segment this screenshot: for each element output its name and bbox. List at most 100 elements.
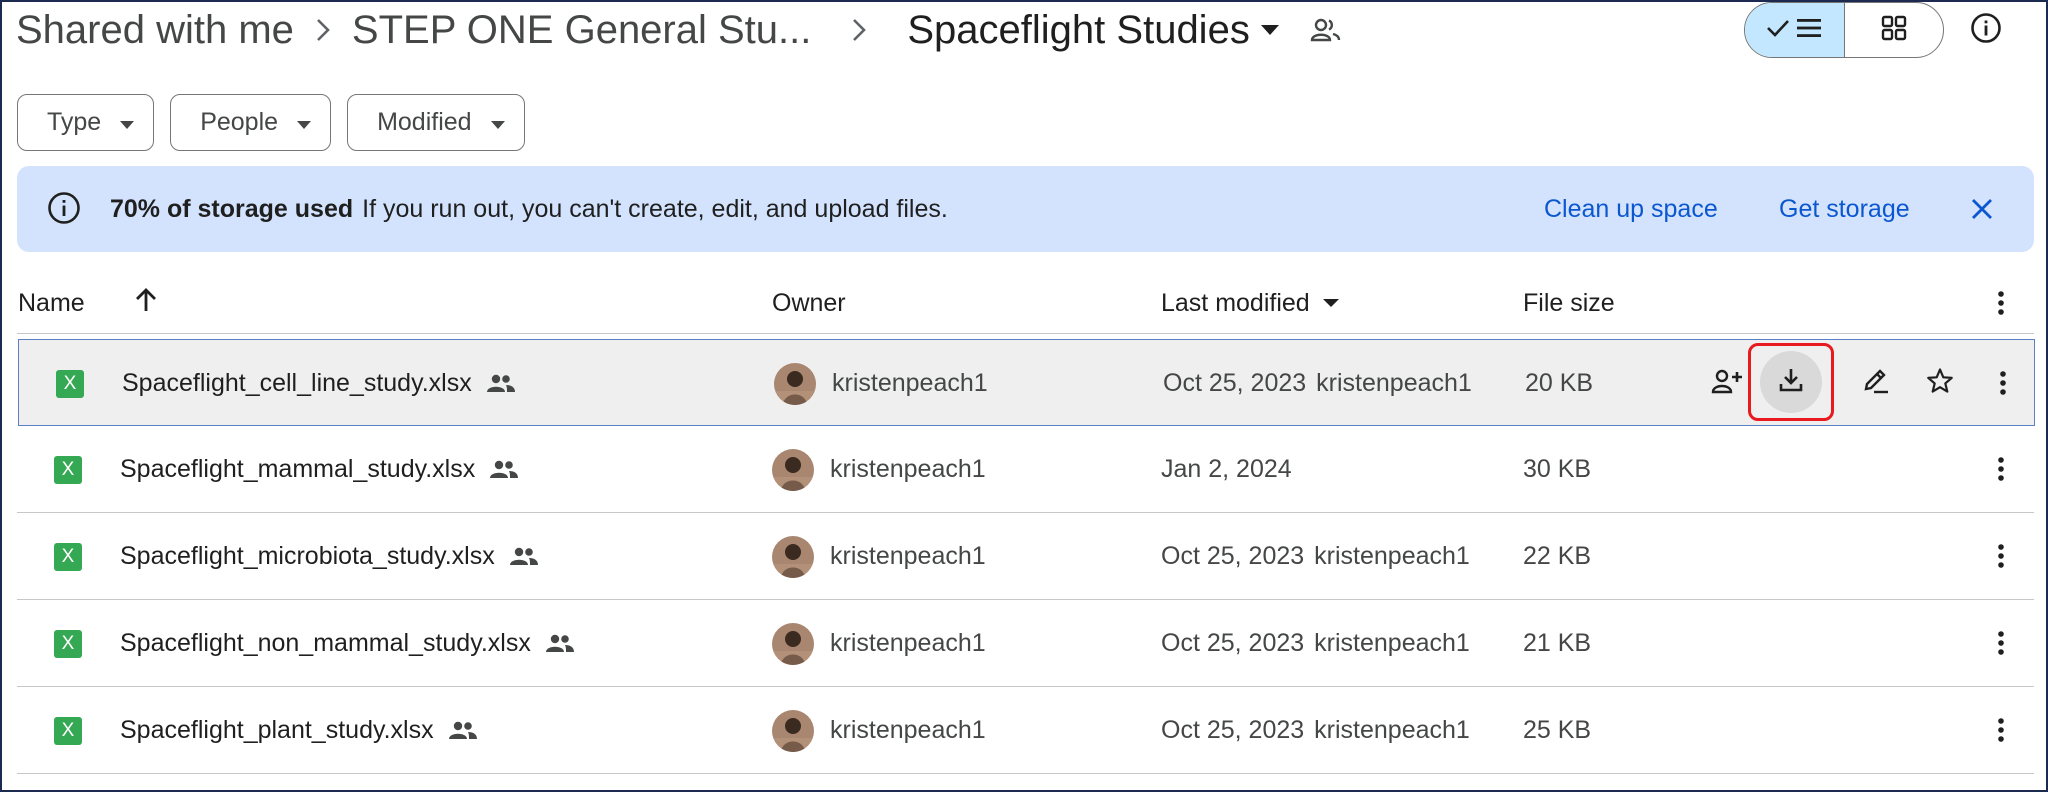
info-icon [1970, 12, 2002, 49]
column-header-name[interactable]: Name [18, 272, 85, 334]
file-name: Spaceflight_mammal_study.xlsx [120, 426, 519, 512]
table-row[interactable]: X Spaceflight_microbiota_study.xlsx kris… [17, 513, 2034, 600]
grid-icon [1881, 15, 1907, 46]
owner-name: kristenpeach1 [832, 368, 988, 397]
filter-bar: Type People Modified [17, 94, 525, 151]
file-name-text: Spaceflight_cell_line_study.xlsx [122, 368, 472, 397]
more-vertical-icon[interactable] [1979, 708, 2023, 752]
file-size: 20 KB [1525, 368, 1594, 397]
filter-modified-chip[interactable]: Modified [347, 94, 525, 151]
rename-button[interactable] [1854, 361, 1898, 405]
storage-warning: If you run out, you can't create, edit, … [362, 194, 948, 223]
more-vertical-icon[interactable] [1979, 621, 2023, 665]
modified-date: Oct 25, 2023 [1161, 541, 1305, 570]
breadcrumb-shared-with-me[interactable]: Shared with me [16, 8, 294, 53]
storage-banner: 70% of storage used If you run out, you … [17, 166, 2034, 252]
people-outline-icon[interactable] [1298, 4, 1354, 56]
storage-usage: 70% of storage used [110, 194, 354, 223]
avatar [772, 623, 814, 665]
shared-people-icon [509, 546, 539, 566]
list-icon [1796, 17, 1822, 44]
modified-date: Oct 25, 2023 [1163, 368, 1307, 397]
table-row[interactable]: X Spaceflight_plant_study.xlsx kristenpe… [17, 687, 2034, 774]
table-row[interactable]: X Spaceflight_non_mammal_study.xlsx kris… [17, 600, 2034, 687]
last-modified: Jan 2, 2024 [1161, 426, 1292, 512]
owner-name: kristenpeach1 [830, 541, 986, 570]
sort-ascending-button[interactable] [125, 282, 167, 324]
share-add-person-button[interactable] [1705, 361, 1749, 405]
list-view-button[interactable] [1745, 3, 1845, 57]
dropdown-arrow-icon [482, 108, 506, 137]
file-size: 30 KB [1523, 454, 1592, 483]
table-row[interactable]: X Spaceflight_mammal_study.xlsx kristenp… [17, 426, 2034, 513]
file-name-text: Spaceflight_mammal_study.xlsx [120, 454, 476, 483]
avatar [774, 363, 816, 405]
avatar [772, 536, 814, 578]
filter-type-chip[interactable]: Type [17, 94, 155, 151]
close-icon[interactable] [1962, 189, 2002, 229]
breadcrumb-current-folder[interactable]: Spaceflight Studies [907, 8, 1249, 53]
table-row[interactable]: X Spaceflight_cell_line_study.xlsx krist… [18, 339, 2035, 426]
breadcrumb-step-one[interactable]: STEP ONE General Stu... [352, 8, 811, 53]
download-button[interactable] [1760, 351, 1822, 413]
arrow-up-icon [134, 287, 158, 320]
filter-people-chip[interactable]: People [170, 94, 332, 151]
chevron-right-icon [811, 4, 907, 56]
shared-people-icon [489, 459, 519, 479]
add-person-icon [1711, 368, 1743, 399]
owner-name: kristenpeach1 [830, 628, 986, 657]
file-size: 21 KB [1523, 628, 1592, 657]
storage-message: 70% of storage used If you run out, you … [110, 166, 948, 252]
file-size: 22 KB [1523, 541, 1592, 570]
shared-people-icon [448, 720, 478, 740]
avatar [772, 710, 814, 752]
modified-date: Oct 25, 2023 [1161, 628, 1305, 657]
folder-menu-dropdown-icon[interactable] [1250, 4, 1290, 56]
avatar [772, 449, 814, 491]
more-vertical-icon[interactable] [1979, 281, 2023, 325]
file-size: 25 KB [1523, 715, 1592, 744]
excel-file-icon: X [56, 370, 84, 398]
breadcrumb: Shared with me STEP ONE General Stu... S… [16, 4, 1354, 56]
check-icon [1766, 18, 1790, 43]
dropdown-arrow-icon [111, 108, 135, 137]
file-name: Spaceflight_non_mammal_study.xlsx [120, 600, 575, 686]
grid-view-button[interactable] [1845, 3, 1944, 57]
info-icon [47, 191, 81, 230]
column-header-owner[interactable]: Owner [772, 272, 846, 334]
chevron-right-icon [294, 4, 352, 56]
excel-file-icon: X [54, 456, 82, 484]
owner-name: kristenpeach1 [830, 715, 986, 744]
star-icon [1926, 367, 1954, 400]
file-name: Spaceflight_microbiota_study.xlsx [120, 513, 539, 599]
modified-by: kristenpeach1 [1314, 541, 1470, 570]
shared-people-icon [545, 633, 575, 653]
shared-people-icon [486, 373, 516, 393]
view-toggle [1744, 2, 1944, 58]
file-name-text: Spaceflight_microbiota_study.xlsx [120, 541, 495, 570]
modified-by: kristenpeach1 [1316, 368, 1472, 397]
modified-by: kristenpeach1 [1314, 715, 1470, 744]
file-list: X Spaceflight_cell_line_study.xlsx krist… [17, 339, 2035, 774]
column-header-file-size[interactable]: File size [1523, 272, 1615, 334]
more-vertical-icon[interactable] [1981, 361, 2025, 405]
get-storage-link[interactable]: Get storage [1779, 166, 1910, 252]
download-icon [1778, 367, 1804, 398]
column-header-last-modified[interactable]: Last modified [1161, 272, 1340, 334]
details-info-button[interactable] [1962, 6, 2010, 54]
star-button[interactable] [1918, 361, 1962, 405]
rename-pencil-icon [1862, 367, 1890, 400]
caret-down-icon [1322, 298, 1340, 308]
more-vertical-icon[interactable] [1979, 447, 2023, 491]
excel-file-icon: X [54, 630, 82, 658]
file-name: Spaceflight_cell_line_study.xlsx [122, 340, 516, 426]
modified-date: Jan 2, 2024 [1161, 454, 1292, 483]
modified-date: Oct 25, 2023 [1161, 715, 1305, 744]
last-modified: Oct 25, 2023 kristenpeach1 [1161, 600, 1470, 686]
filter-people-label: People [200, 108, 279, 136]
last-modified: Oct 25, 2023 kristenpeach1 [1163, 340, 1472, 426]
last-modified: Oct 25, 2023 kristenpeach1 [1161, 513, 1470, 599]
more-vertical-icon[interactable] [1979, 534, 2023, 578]
table-header: Name Owner Last modified File size [17, 272, 2034, 334]
clean-up-space-link[interactable]: Clean up space [1544, 166, 1718, 252]
